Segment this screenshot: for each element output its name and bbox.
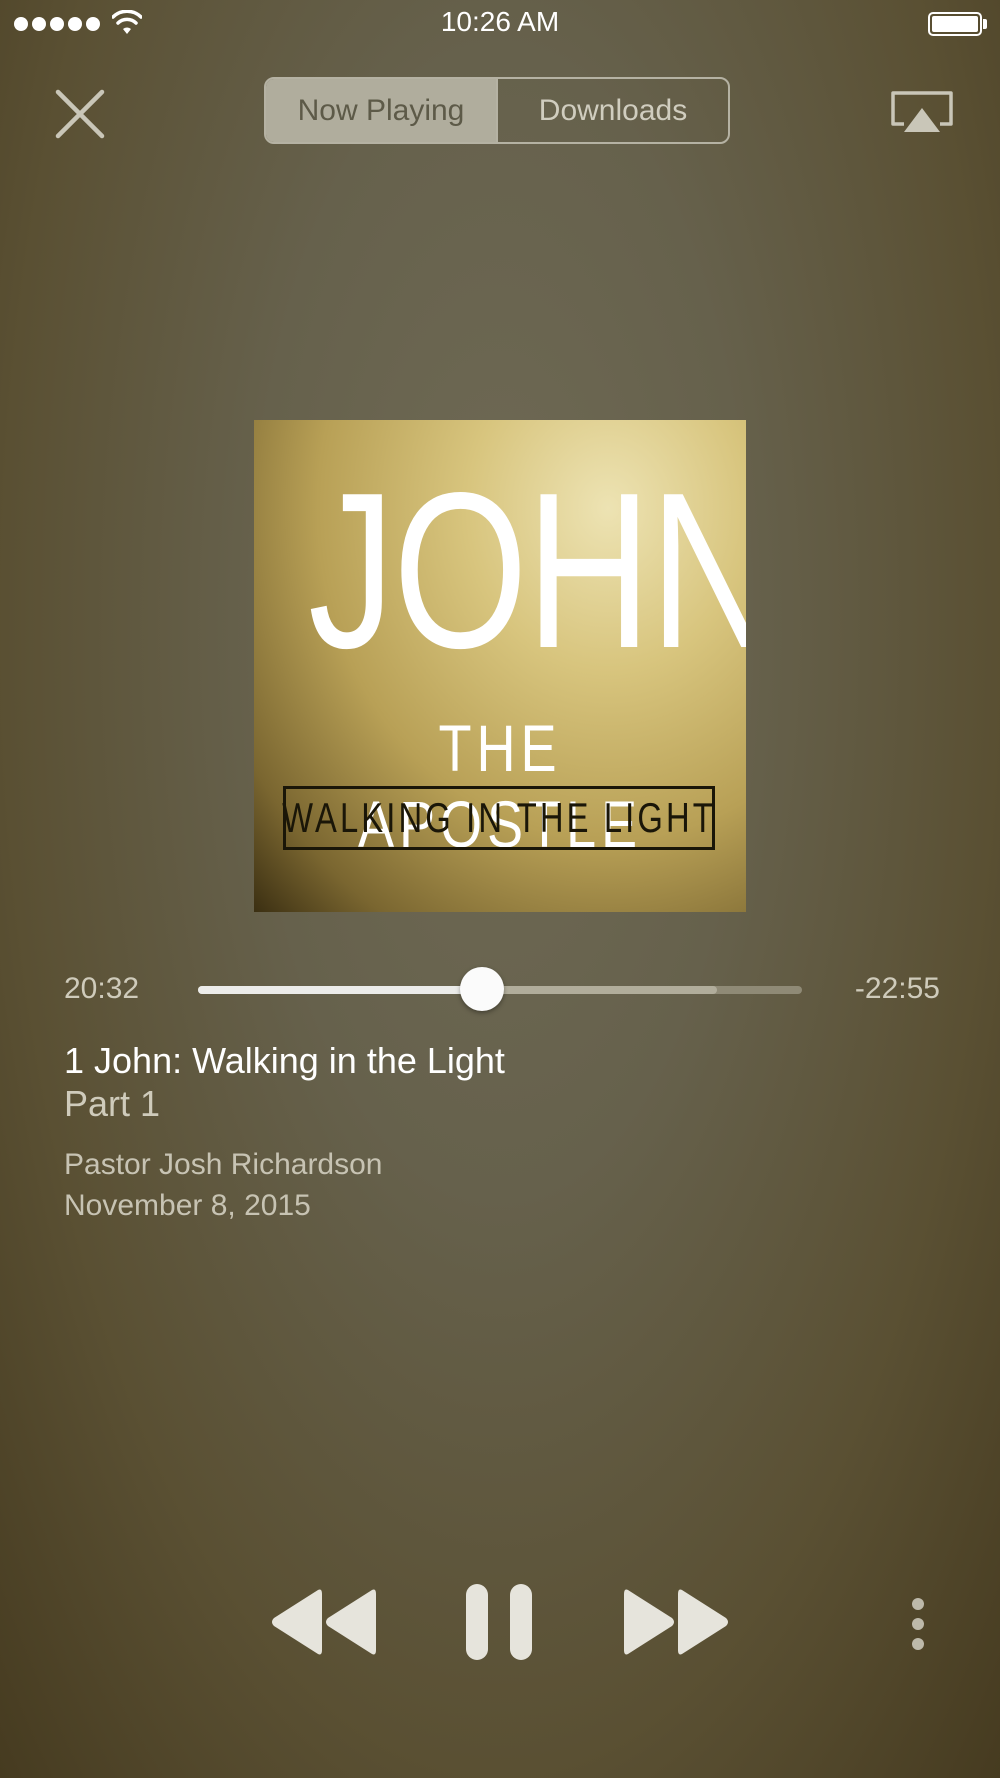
battery-tip bbox=[983, 19, 987, 29]
episode-speaker: Pastor Josh Richardson bbox=[64, 1148, 383, 1181]
close-icon[interactable] bbox=[54, 88, 106, 140]
progress-thumb[interactable] bbox=[459, 967, 504, 1011]
episode-title: 1 John: Walking in the Light bbox=[64, 1040, 505, 1081]
album-artwork: JOHN THE APOSTLE WALKING IN THE LIGHT bbox=[254, 420, 746, 912]
status-time: 10:26 AM bbox=[440, 6, 560, 37]
progress-played bbox=[198, 986, 482, 994]
remaining-time: -22:55 bbox=[854, 972, 940, 1005]
view-switcher: Now Playing Downloads bbox=[264, 77, 730, 144]
elapsed-time: 20:32 bbox=[64, 972, 140, 1005]
artwork-title: JOHN bbox=[308, 447, 746, 695]
airplay-icon[interactable] bbox=[890, 90, 954, 134]
episode-part: Part 1 bbox=[64, 1083, 161, 1124]
artwork-tagline: WALKING IN THE LIGHT bbox=[282, 794, 716, 841]
pause-icon[interactable] bbox=[464, 1582, 534, 1662]
fast-forward-icon[interactable] bbox=[624, 1586, 730, 1658]
episode-date: November 8, 2015 bbox=[64, 1189, 311, 1222]
battery-icon bbox=[928, 12, 982, 36]
tab-downloads[interactable]: Downloads bbox=[496, 79, 728, 142]
artwork-tagline-box: WALKING IN THE LIGHT bbox=[282, 786, 716, 850]
status-bar: 10:26 AM bbox=[0, 0, 1000, 50]
more-vertical-icon[interactable] bbox=[902, 1596, 934, 1652]
rewind-icon[interactable] bbox=[270, 1586, 376, 1658]
tab-now-playing[interactable]: Now Playing bbox=[266, 79, 496, 142]
